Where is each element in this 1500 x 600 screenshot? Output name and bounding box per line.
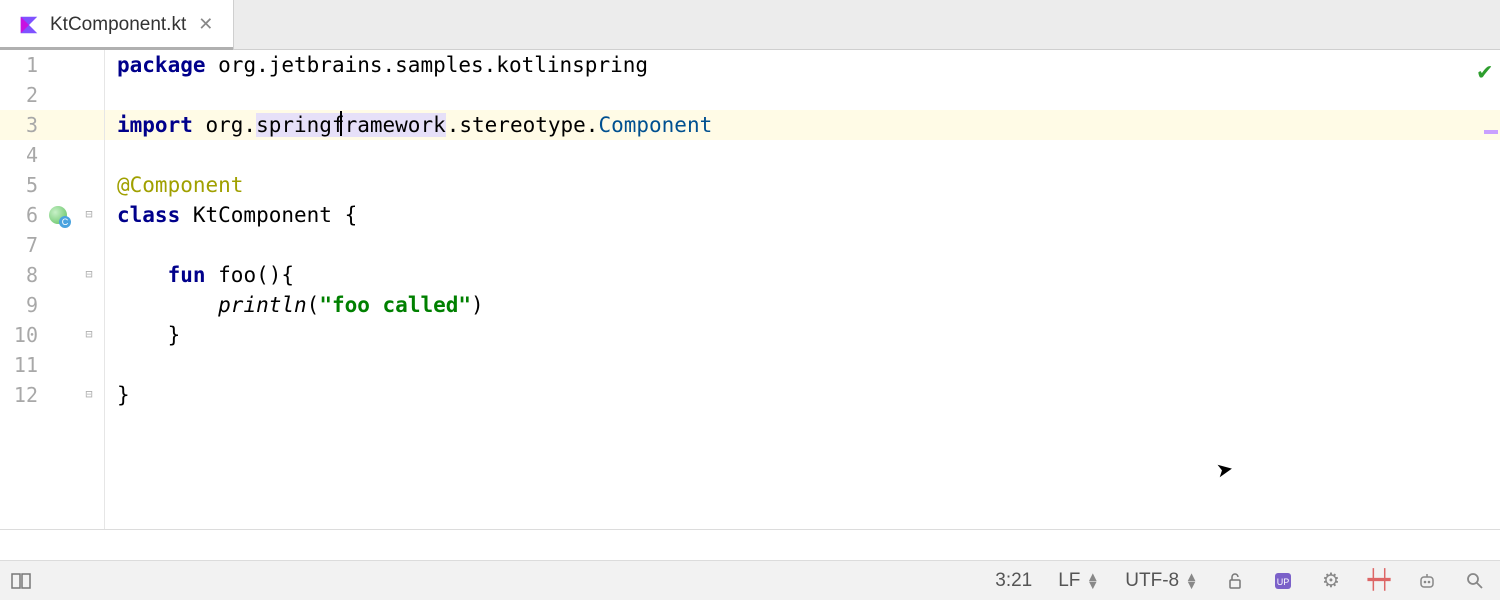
line-number: 11: [0, 353, 40, 377]
tool-windows-toggle-icon[interactable]: [10, 570, 32, 592]
line-number: 5: [0, 173, 40, 197]
line-number: 9: [0, 293, 40, 317]
code-line[interactable]: package org.jetbrains.samples.kotlinspri…: [105, 50, 1500, 80]
line-number: 3: [0, 113, 40, 137]
code-line[interactable]: [105, 350, 1500, 380]
code-area[interactable]: package org.jetbrains.samples.kotlinspri…: [105, 50, 1500, 529]
caret-position[interactable]: 3:21: [991, 570, 1036, 592]
gutter-row[interactable]: 1: [0, 50, 104, 80]
code-line[interactable]: }: [105, 320, 1500, 350]
fold-toggle-icon[interactable]: ⊟: [76, 208, 102, 222]
tab-filename: KtComponent.kt: [50, 14, 186, 36]
code-line[interactable]: }: [105, 380, 1500, 410]
encoding-selector[interactable]: UTF-8▲▼: [1121, 570, 1202, 592]
gutter-row[interactable]: 7: [0, 230, 104, 260]
ide-update-icon[interactable]: UP: [1268, 570, 1298, 592]
code-line[interactable]: [105, 140, 1500, 170]
gutter-row[interactable]: 6⊟: [0, 200, 104, 230]
fold-end-icon[interactable]: ⊟: [76, 328, 102, 342]
svg-text:UP: UP: [1277, 577, 1290, 587]
gutter-row[interactable]: 9: [0, 290, 104, 320]
file-tab[interactable]: KtComponent.kt ✕: [0, 0, 234, 49]
code-line[interactable]: println("foo called"): [105, 290, 1500, 320]
gutter-row[interactable]: 3: [0, 110, 104, 140]
gutter-row[interactable]: 8⊟: [0, 260, 104, 290]
ai-assistant-icon[interactable]: [1412, 570, 1442, 592]
line-number: 6: [0, 203, 40, 227]
fold-toggle-icon[interactable]: ⊟: [76, 268, 102, 282]
editor-tab-bar: KtComponent.kt ✕: [0, 0, 1500, 50]
code-line[interactable]: @Component: [105, 170, 1500, 200]
identifier-highlight: springframework: [256, 113, 446, 137]
line-number: 2: [0, 83, 40, 107]
editor-bottom-margin: [0, 530, 1500, 560]
gutter-row[interactable]: 12 ⊟: [0, 380, 104, 410]
status-bar: 3:21 LF▲▼ UTF-8▲▼ UP ⚙ ┿┿: [0, 560, 1500, 600]
line-number: 10: [0, 323, 40, 347]
line-separator-selector[interactable]: LF▲▼: [1054, 570, 1103, 592]
line-number: 4: [0, 143, 40, 167]
code-line[interactable]: class KtComponent {: [105, 200, 1500, 230]
readonly-lock-icon[interactable]: [1220, 570, 1250, 592]
gutter-row[interactable]: 5: [0, 170, 104, 200]
gutter: 1 2 3 4 5 6⊟ 7 8⊟ 9 10⊟ 11 12⊟: [0, 50, 105, 529]
code-line[interactable]: fun foo(){: [105, 260, 1500, 290]
inspection-ok-icon[interactable]: ✔: [1478, 56, 1492, 86]
line-number: 1: [0, 53, 40, 77]
search-icon[interactable]: [1460, 570, 1490, 592]
gutter-row[interactable]: 11: [0, 350, 104, 380]
line-number: 8: [0, 263, 40, 287]
code-line[interactable]: [105, 230, 1500, 260]
fold-end-icon[interactable]: ⊟: [76, 388, 102, 402]
spring-bean-icon[interactable]: [40, 206, 76, 224]
code-line[interactable]: import org.springframework.stereotype.Co…: [105, 110, 1500, 140]
error-stripe-mark[interactable]: [1484, 130, 1498, 134]
settings-icon[interactable]: ⚙: [1316, 570, 1346, 592]
close-tab-icon[interactable]: ✕: [196, 14, 215, 35]
gutter-row[interactable]: 10 ⊟: [0, 320, 104, 350]
kotlin-file-icon: [18, 14, 40, 36]
gutter-row[interactable]: 4: [0, 140, 104, 170]
code-line[interactable]: [105, 80, 1500, 110]
mouse-cursor-icon: ➤: [1215, 455, 1237, 487]
memory-indicator-icon[interactable]: ┿┿: [1364, 570, 1394, 592]
text-caret: [340, 111, 342, 136]
line-number: 7: [0, 233, 40, 257]
editor-area: 1 2 3 4 5 6⊟ 7 8⊟ 9 10⊟ 11 12⊟ package o…: [0, 50, 1500, 530]
gutter-row[interactable]: 2: [0, 80, 104, 110]
line-number: 12: [0, 383, 40, 407]
